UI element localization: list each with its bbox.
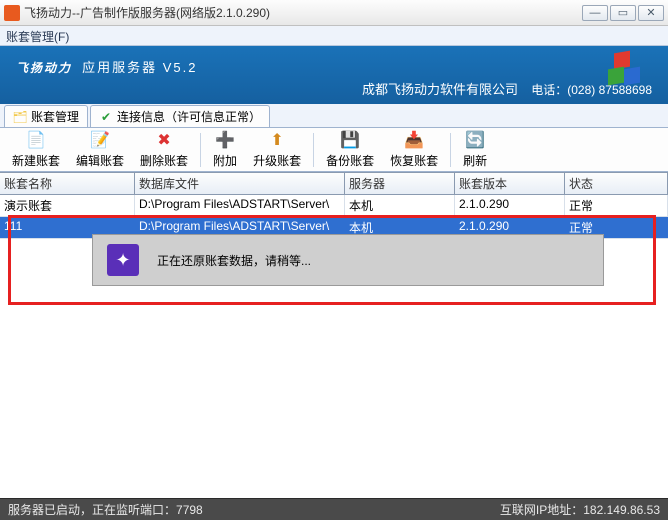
new-account-button[interactable]: 📄新建账套 xyxy=(4,128,68,171)
refresh-icon: 🔄 xyxy=(465,130,485,150)
account-grid: 账套名称 数据库文件 服务器 账套版本 状态 演示账套 D:\Program F… xyxy=(0,172,668,239)
statusbar: 服务器已启动，正在监听端口：7798 互联网IP地址：182.149.86.53 xyxy=(0,498,668,520)
refresh-button[interactable]: 🔄刷新 xyxy=(455,128,495,171)
menubar: 账套管理(F) xyxy=(0,26,668,46)
minimize-button[interactable]: — xyxy=(582,5,608,21)
col-status[interactable]: 状态 xyxy=(565,173,668,194)
progress-dialog: ✦ 正在还原账套数据，请稍等... xyxy=(92,234,604,286)
app-icon xyxy=(4,5,20,21)
delete-account-button[interactable]: ✖删除账套 xyxy=(132,128,196,171)
folder-icon: 🗂 xyxy=(13,110,27,124)
logo-cubes-icon xyxy=(608,52,648,86)
upgrade-button[interactable]: ⬆升级账套 xyxy=(245,128,309,171)
restore-icon: 📥 xyxy=(404,130,424,150)
delete-icon: ✖ xyxy=(154,130,174,150)
window-buttons: — ▭ ✕ xyxy=(582,5,664,21)
status-left: 服务器已启动，正在监听端口：7798 xyxy=(8,501,203,518)
separator xyxy=(313,133,314,167)
brand-name: 飞扬动力 xyxy=(16,61,72,75)
col-version[interactable]: 账套版本 xyxy=(455,173,565,194)
backup-button[interactable]: 💾备份账套 xyxy=(318,128,382,171)
status-right: 互联网IP地址：182.149.86.53 xyxy=(500,501,660,518)
menu-account[interactable]: 账套管理(F) xyxy=(6,30,69,44)
tab-account-manage[interactable]: 🗂 账套管理 xyxy=(4,105,88,127)
col-server[interactable]: 服务器 xyxy=(345,173,455,194)
attach-icon: ➕ xyxy=(215,130,235,150)
tab-connection-info[interactable]: ✔ 连接信息（许可信息正常） xyxy=(90,105,270,127)
toolbar: 📄新建账套 📝编辑账套 ✖删除账套 ➕附加 ⬆升级账套 💾备份账套 📥恢复账套 … xyxy=(0,128,668,172)
edit-account-button[interactable]: 📝编辑账套 xyxy=(68,128,132,171)
titlebar: 飞扬动力--广告制作版服务器(网络版2.1.0.290) — ▭ ✕ xyxy=(0,0,668,26)
backup-icon: 💾 xyxy=(340,130,360,150)
company-name: 成都飞扬动力软件有限公司 xyxy=(362,79,518,98)
restore-button[interactable]: 📥恢复账套 xyxy=(382,128,446,171)
window-title: 飞扬动力--广告制作版服务器(网络版2.1.0.290) xyxy=(24,4,582,21)
banner: 飞扬动力 应用服务器 V5.2 成都飞扬动力软件有限公司 电话：(028) 87… xyxy=(0,46,668,104)
table-row[interactable]: 演示账套 D:\Program Files\ADSTART\Server\ 本机… xyxy=(0,195,668,217)
close-button[interactable]: ✕ xyxy=(638,5,664,21)
tabstrip: 🗂 账套管理 ✔ 连接信息（许可信息正常） xyxy=(0,104,668,128)
maximize-button[interactable]: ▭ xyxy=(610,5,636,21)
col-name[interactable]: 账套名称 xyxy=(0,173,135,194)
dialog-text: 正在还原账套数据，请稍等... xyxy=(157,252,311,269)
tab-label: 账套管理 xyxy=(31,108,79,125)
separator xyxy=(450,133,451,167)
phone-label: 电话： xyxy=(531,83,567,97)
tab-label: 连接信息（许可信息正常） xyxy=(117,108,261,125)
upgrade-icon: ⬆ xyxy=(267,130,287,150)
app-logo-icon: ✦ xyxy=(107,244,139,276)
col-dbfile[interactable]: 数据库文件 xyxy=(135,173,345,194)
grid-header: 账套名称 数据库文件 服务器 账套版本 状态 xyxy=(0,173,668,195)
brand: 飞扬动力 应用服务器 V5.2 xyxy=(16,52,652,78)
separator xyxy=(200,133,201,167)
check-icon: ✔ xyxy=(99,110,113,124)
brand-sub: 应用服务器 V5.2 xyxy=(82,60,197,75)
new-icon: 📄 xyxy=(26,130,46,150)
attach-button[interactable]: ➕附加 xyxy=(205,128,245,171)
edit-icon: 📝 xyxy=(90,130,110,150)
